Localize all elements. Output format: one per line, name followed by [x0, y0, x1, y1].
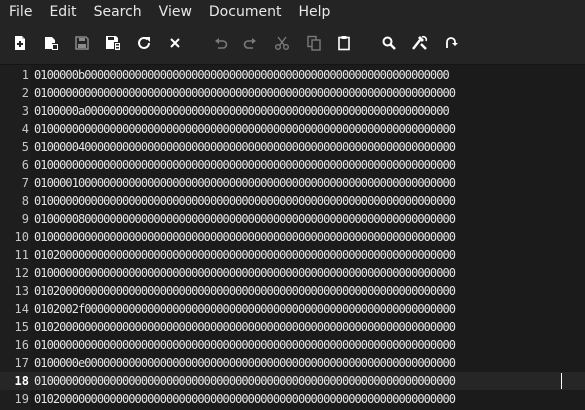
line-text[interactable]: 0102002f00000000000000000000000000000000… [34, 300, 456, 318]
text-editor-window: File Edit Search View Document Help 1 01… [0, 0, 585, 410]
line-number: 5 [21, 140, 29, 154]
editor-area[interactable]: 1 0100000b0000000000000000000000000000000… [0, 65, 585, 410]
editor-line[interactable]: 19 01020000000000000000000000000000000000… [0, 390, 585, 408]
line-text[interactable]: 0102000000000000000000000000000000000000… [34, 390, 456, 408]
line-text[interactable]: 0100000000000000000000000000000000000000… [34, 336, 456, 354]
line-number: 2 [21, 86, 29, 100]
line-text[interactable]: 0102000000000000000000000000000000000000… [34, 282, 456, 300]
editor-line[interactable]: 15 01020000000000000000000000000000000000… [0, 318, 585, 336]
line-number: 7 [21, 176, 29, 190]
editor-line[interactable]: 7 010000100000000000000000000000000000000… [0, 174, 585, 192]
menu-file[interactable]: File [0, 0, 40, 24]
line-text[interactable]: 0100000000000000000000000000000000000000… [34, 84, 456, 102]
line-number: 1 [21, 68, 29, 82]
line-text[interactable]: 0100000e00000000000000000000000000000000… [34, 354, 456, 372]
line-text[interactable]: 0100000000000000000000000000000000000000… [34, 264, 456, 282]
line-number: 6 [21, 158, 29, 172]
copy-icon[interactable] [303, 32, 325, 54]
menu-document[interactable]: Document [200, 0, 290, 24]
line-number: 3 [21, 104, 29, 118]
line-number: 15 [14, 320, 29, 334]
line-number: 12 [14, 266, 29, 280]
save-icon[interactable] [71, 32, 93, 54]
line-text[interactable]: 0100000000000000000000000000000000000000… [34, 156, 456, 174]
editor-line[interactable]: 13 01020000000000000000000000000000000000… [0, 282, 585, 300]
editor-line[interactable]: 2 010000000000000000000000000000000000000… [0, 84, 585, 102]
line-text[interactable]: 0100000000000000000000000000000000000000… [34, 372, 456, 390]
editor-line[interactable]: 12 01000000000000000000000000000000000000… [0, 264, 585, 282]
line-number: 10 [14, 230, 29, 244]
editor-line[interactable]: 6 010000000000000000000000000000000000000… [0, 156, 585, 174]
open-file-icon[interactable] [40, 32, 62, 54]
editor-line[interactable]: 11 01020000000000000000000000000000000000… [0, 246, 585, 264]
line-text[interactable]: 0100000400000000000000000000000000000000… [34, 138, 456, 156]
editor-line[interactable]: 17 0100000e000000000000000000000000000000… [0, 354, 585, 372]
line-number: 17 [14, 356, 29, 370]
editor-line[interactable]: 4 010000000000000000000000000000000000000… [0, 120, 585, 138]
text-cursor [561, 373, 562, 389]
line-text[interactable]: 0100000000000000000000000000000000000000… [34, 192, 456, 210]
cut-icon[interactable] [271, 32, 293, 54]
line-text[interactable]: 0102000000000000000000000000000000000000… [34, 246, 456, 264]
menu-edit[interactable]: Edit [40, 0, 84, 24]
editor-line[interactable]: 3 0100000a0000000000000000000000000000000… [0, 102, 585, 120]
menu-help[interactable]: Help [289, 0, 338, 24]
editor-line[interactable]: 10 01000000000000000000000000000000000000… [0, 228, 585, 246]
editor-line[interactable]: 14 0102002f000000000000000000000000000000… [0, 300, 585, 318]
close-icon[interactable] [164, 32, 186, 54]
find-icon[interactable] [378, 32, 400, 54]
line-number: 8 [21, 194, 29, 208]
redo-icon[interactable] [239, 32, 261, 54]
new-file-icon[interactable] [9, 32, 31, 54]
line-text[interactable]: 0100000000000000000000000000000000000000… [34, 228, 456, 246]
find-replace-icon[interactable] [409, 32, 431, 54]
goto-line-icon[interactable] [440, 32, 462, 54]
editor-line[interactable]: 9 010000080000000000000000000000000000000… [0, 210, 585, 228]
line-number: 4 [21, 122, 29, 136]
line-number: 11 [14, 248, 29, 262]
reload-icon[interactable] [133, 32, 155, 54]
line-text[interactable]: 0100000a00000000000000000000000000000000… [34, 102, 450, 120]
line-text[interactable]: 0100001000000000000000000000000000000000… [34, 174, 456, 192]
line-number: 16 [14, 338, 29, 352]
save-as-icon[interactable] [102, 32, 124, 54]
undo-icon[interactable] [210, 32, 232, 54]
line-number: 13 [14, 284, 29, 298]
line-text[interactable]: 0100000000000000000000000000000000000000… [34, 120, 456, 138]
line-number: 14 [14, 302, 29, 316]
line-number: 19 [14, 392, 29, 406]
editor-line[interactable]: 5 010000040000000000000000000000000000000… [0, 138, 585, 156]
line-text[interactable]: 0102000000000000000000000000000000000000… [34, 318, 456, 336]
editor-line[interactable]: 18 01000000000000000000000000000000000000… [0, 372, 585, 390]
toolbar [0, 24, 585, 65]
menu-search[interactable]: Search [85, 0, 150, 24]
editor-line[interactable]: 16 01000000000000000000000000000000000000… [0, 336, 585, 354]
paste-icon[interactable] [333, 32, 355, 54]
line-text[interactable]: 0100000b00000000000000000000000000000000… [34, 66, 450, 84]
editor-line[interactable]: 8 010000000000000000000000000000000000000… [0, 192, 585, 210]
editor-line[interactable]: 1 0100000b0000000000000000000000000000000… [0, 66, 585, 84]
line-number: 9 [21, 212, 29, 226]
menu-bar: File Edit Search View Document Help [0, 0, 585, 24]
line-number: 18 [14, 374, 29, 388]
menu-view[interactable]: View [150, 0, 200, 24]
line-text[interactable]: 0100000800000000000000000000000000000000… [34, 210, 456, 228]
